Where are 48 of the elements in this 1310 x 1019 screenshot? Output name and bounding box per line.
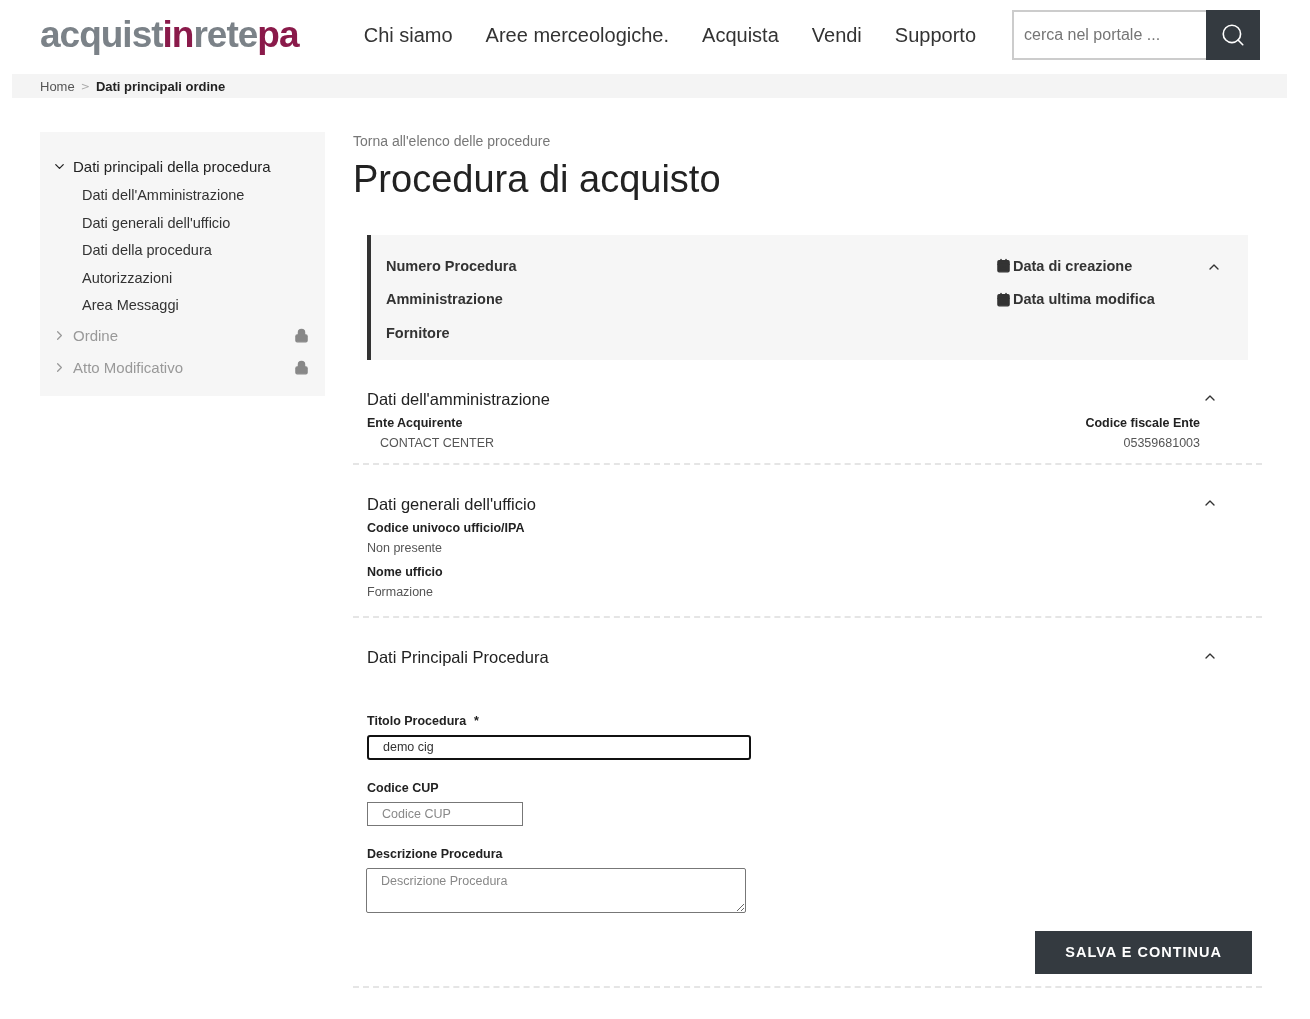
search-button[interactable] (1206, 10, 1260, 60)
lock-icon (294, 360, 309, 375)
breadcrumb-link[interactable]: Home (40, 78, 75, 94)
breadcrumb-current[interactable]: Dati principali ordine (95, 78, 226, 94)
input-field[interactable]: demo cig (367, 734, 751, 760)
summary-label: Numero Procedura (386, 256, 518, 276)
field-label: Nome ufficio (367, 563, 444, 581)
required-mark: * (474, 713, 479, 728)
field-label: Titolo Procedura * (367, 712, 480, 730)
field-value: Non presente (367, 539, 444, 557)
sidebar-subitem[interactable]: Dati della procedura (52, 237, 309, 265)
section-title: Dati dell'amministrazione (367, 389, 550, 409)
section-title: Dati generali dell'ufficio (367, 494, 536, 514)
description-field[interactable]: Descrizione Procedura (366, 867, 746, 913)
sidebar-item[interactable]: Dati principali della procedura (73, 157, 309, 175)
summary-label: Amministrazione (386, 290, 504, 310)
field-label: Ente Acquirente (367, 414, 464, 432)
sidebar-subitem[interactable]: Area Messaggi (52, 292, 309, 320)
logo[interactable]: acquistinretepa (40, 14, 299, 56)
calendar-icon (996, 258, 1011, 274)
sidebar-subitem[interactable]: Dati dell'Amministrazione (52, 182, 309, 210)
field-label: Codice CUP (367, 779, 440, 797)
summary-label: Fornitore (386, 323, 451, 343)
input-field[interactable]: Codice CUP (367, 801, 523, 826)
breadcrumb-separator: > (80, 79, 90, 93)
page-title: Procedura di acquisto (353, 158, 722, 201)
nav-link[interactable]: Chi siamo (363, 23, 453, 47)
field-value: Formazione (367, 583, 434, 601)
save-continue-button[interactable]: SALVA E CONTINUA (1035, 930, 1252, 974)
lock-icon (294, 328, 309, 343)
search-field[interactable]: cerca nel portale ... (1012, 10, 1260, 60)
summary-label: Data ultima modifica (1013, 291, 1155, 308)
calendar-icon (996, 291, 1011, 307)
field-label: Descrizione Procedura (367, 845, 504, 863)
field-value: CONTACT CENTER (379, 434, 495, 452)
back-link[interactable]: Torna all'elenco delle procedure (353, 133, 551, 149)
section-title: Dati Principali Procedura (367, 647, 549, 667)
field-label: Codice univoco ufficio/IPA (367, 519, 526, 537)
sidebar-subitem[interactable]: Autorizzazioni (52, 264, 309, 292)
search-icon (1220, 22, 1246, 48)
nav-link[interactable]: Aree merceologiche. (485, 23, 670, 47)
field-value: 05359681003 (1122, 434, 1200, 452)
nav-link[interactable]: Supporto (894, 23, 976, 47)
summary-label: Data di creazione (1013, 257, 1133, 274)
nav-link[interactable]: Acquista (702, 23, 779, 47)
nav-link[interactable]: Vendi (811, 23, 862, 47)
sidebar-subitem[interactable]: Dati generali dell'ufficio (52, 209, 309, 237)
field-label: Codice fiscale Ente (1085, 414, 1200, 432)
